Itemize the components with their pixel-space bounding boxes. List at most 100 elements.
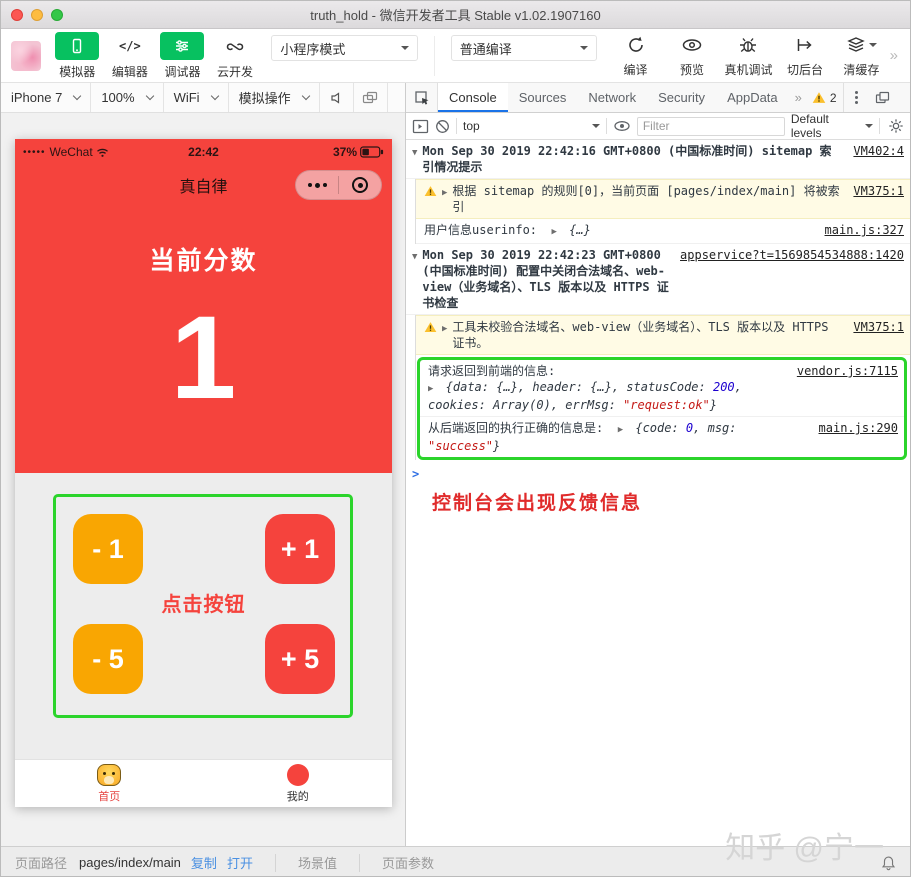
cloud-dev-button[interactable]: 云开发: [209, 32, 262, 80]
tab-home[interactable]: 首页: [15, 760, 204, 807]
console-group-header[interactable]: ▼ Mon Sep 30 2019 22:42:23 GMT+0800 (中国标…: [406, 244, 910, 315]
clear-console-button[interactable]: [435, 119, 450, 134]
console-warning-row[interactable]: ▶ 根据 sitemap 的规则[0]，当前页面 [pages/index/ma…: [416, 179, 910, 219]
minus-one-button[interactable]: - 1: [73, 514, 143, 584]
open-path-link[interactable]: 打开: [227, 853, 253, 872]
minus-five-button[interactable]: - 5: [73, 624, 143, 694]
warning-icon: [812, 91, 826, 104]
tab-sources[interactable]: Sources: [508, 83, 578, 112]
page-params-button[interactable]: 页面参数: [382, 853, 434, 872]
kebab-icon: [855, 91, 858, 104]
console-filter-input[interactable]: [637, 117, 785, 136]
compile-mode-select[interactable]: 普通编译: [451, 35, 598, 61]
compile-mode-value: 普通编译: [460, 39, 512, 58]
toolbar-divider: [606, 118, 607, 134]
phone-status-bar: ••••• WeChat 22:42 37%: [15, 139, 392, 165]
tab-mine[interactable]: 我的: [204, 760, 393, 807]
toolbar-divider: [434, 36, 435, 76]
simulator-toolbar: iPhone 7 100% WiFi 模拟操作: [1, 83, 405, 113]
expand-arrow-icon: ▶: [618, 425, 623, 435]
user-avatar[interactable]: [11, 41, 41, 71]
mode-select[interactable]: 小程序模式: [271, 35, 418, 61]
console-log-row[interactable]: 从后端返回的执行正确的信息是: ▶ {code: 0, msg: "succes…: [420, 417, 904, 457]
console-sidebar-toggle[interactable]: [412, 119, 429, 134]
warnings-badge[interactable]: 2: [806, 83, 844, 112]
app-window: truth_hold - 微信开发者工具 Stable v1.02.190716…: [0, 0, 911, 877]
phone-icon: [68, 37, 86, 55]
close-miniprogram-button[interactable]: [339, 177, 381, 193]
tabs-overflow-button[interactable]: »: [789, 83, 806, 112]
layers-icon: [845, 35, 867, 55]
switch-background-button[interactable]: 切后台: [777, 33, 833, 78]
simulator-panel: iPhone 7 100% WiFi 模拟操作: [1, 83, 406, 846]
console-settings-button[interactable]: [888, 118, 904, 134]
source-link[interactable]: VM402:4: [853, 143, 904, 159]
console-warning-row[interactable]: ▶ 工具未校验合法域名、web-view（业务域名）、TLS 版本以及 HTTP…: [416, 315, 910, 355]
bug-icon: [737, 35, 759, 55]
source-link[interactable]: main.js:290: [819, 420, 898, 436]
notification-bell-button[interactable]: [881, 855, 896, 871]
plus-five-button[interactable]: + 5: [265, 624, 335, 694]
float-window-icon: [362, 91, 378, 105]
statusbar-divider: [359, 854, 360, 872]
plus-one-button[interactable]: + 1: [265, 514, 335, 584]
context-select[interactable]: top: [463, 119, 600, 133]
undock-icon: [875, 91, 890, 104]
devtools-panel: Console Sources Network Security AppData…: [406, 83, 910, 846]
status-bar: 页面路径 pages/index/main 复制 打开 场景值 页面参数: [1, 846, 910, 877]
main-toolbar: 模拟器 </> 编辑器 调试器: [1, 29, 910, 83]
console-log: ▼ Mon Sep 30 2019 22:42:16 GMT+0800 (中国标…: [406, 140, 910, 846]
chevron-down-icon: [73, 92, 81, 100]
console-log-row[interactable]: 用户信息userinfo: ▶ {…} main.js:327: [416, 219, 910, 244]
more-menu-button[interactable]: [296, 183, 338, 188]
console-prompt[interactable]: >: [406, 462, 910, 486]
score-label: 当前分数: [15, 205, 392, 277]
clear-cache-button[interactable]: 清缓存: [833, 33, 889, 78]
log-text: 工具未校验合法域名、web-view（业务域名）、TLS 版本以及 HTTPS …: [452, 319, 843, 351]
console-log-row[interactable]: 请求返回到前端的信息: ▶ {data: {…}, header: {…}, s…: [420, 360, 904, 417]
capsule-menu: [295, 170, 382, 200]
source-link[interactable]: main.js:327: [825, 222, 904, 238]
network-select[interactable]: WiFi: [164, 83, 229, 112]
source-link[interactable]: VM375:1: [853, 319, 904, 335]
undock-button[interactable]: [870, 83, 896, 112]
mine-tab-icon: [287, 764, 309, 786]
inspect-element-button[interactable]: [406, 83, 438, 112]
zoom-select[interactable]: 100%: [91, 83, 163, 112]
device-select[interactable]: iPhone 7: [1, 83, 91, 112]
live-expression-eye-button[interactable]: [613, 119, 631, 133]
tab-security[interactable]: Security: [647, 83, 716, 112]
toolbar-overflow-button[interactable]: »: [890, 47, 900, 64]
scene-value-button[interactable]: 场景值: [298, 853, 337, 872]
path-label: 页面路径: [15, 853, 67, 872]
editor-toggle-button[interactable]: </> 编辑器: [104, 32, 157, 80]
chevron-down-icon: [592, 124, 600, 132]
compile-button[interactable]: 编译: [607, 33, 663, 78]
source-link[interactable]: appservice?t=1569854534888:1420: [680, 247, 904, 263]
remote-debug-button[interactable]: 真机调试: [720, 33, 776, 78]
simulate-actions-menu[interactable]: 模拟操作: [229, 83, 320, 112]
debugger-toggle-button[interactable]: 调试器: [156, 32, 209, 80]
mute-button[interactable]: [320, 83, 354, 112]
devtools-menu-button[interactable]: [844, 83, 870, 112]
chevron-down-icon: [401, 46, 409, 54]
tab-console[interactable]: Console: [438, 83, 508, 112]
window-title: truth_hold - 微信开发者工具 Stable v1.02.190716…: [1, 5, 910, 24]
tab-network[interactable]: Network: [577, 83, 647, 112]
copy-path-link[interactable]: 复制: [191, 853, 217, 872]
chevron-down-icon: [865, 124, 873, 132]
float-window-button[interactable]: [354, 83, 388, 112]
source-link[interactable]: vendor.js:7115: [797, 363, 898, 379]
code-icon: </>: [119, 39, 141, 53]
simulator-toggle-button[interactable]: 模拟器: [51, 32, 104, 80]
tab-appdata[interactable]: AppData: [716, 83, 789, 112]
console-group-header[interactable]: ▼ Mon Sep 30 2019 22:42:16 GMT+0800 (中国标…: [406, 140, 910, 179]
eye-icon: [681, 35, 703, 55]
log-levels-value: Default levels: [791, 112, 861, 140]
source-link[interactable]: VM375:1: [853, 183, 904, 199]
log-text: Mon Sep 30 2019 22:42:23 GMT+0800 (中国标准时…: [422, 247, 670, 311]
preview-button[interactable]: 预览: [664, 33, 720, 78]
annotation-text: 控制台会出现反馈信息: [432, 496, 910, 512]
log-levels-select[interactable]: Default levels: [791, 112, 873, 140]
title-bar: truth_hold - 微信开发者工具 Stable v1.02.190716…: [1, 1, 910, 29]
